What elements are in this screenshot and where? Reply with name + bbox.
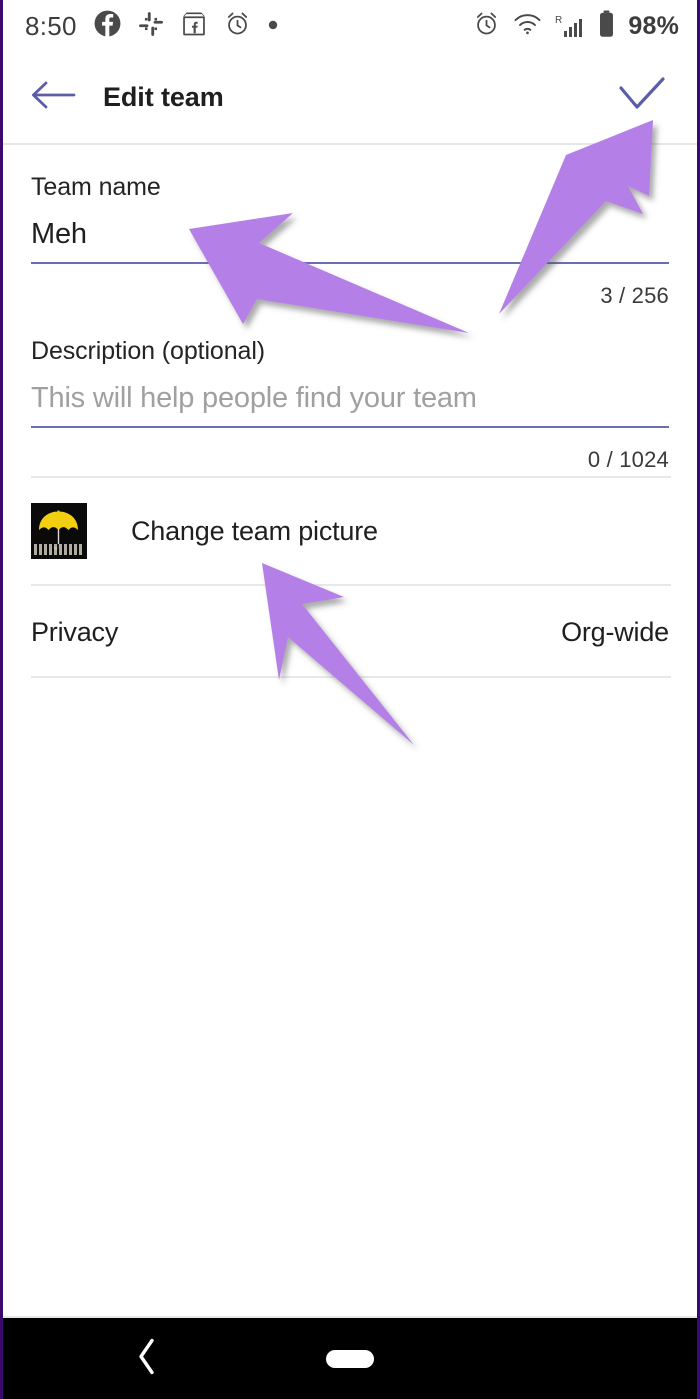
description-field-block: Description (optional) This will help pe… (3, 337, 697, 473)
alarm-clock-icon (473, 10, 500, 42)
slack-icon (138, 11, 164, 42)
status-clock: 8:50 (25, 10, 77, 41)
edit-team-form: Team name Meh 3 / 256 Description (optio… (3, 145, 697, 473)
page-title: Edit team (103, 82, 224, 112)
description-input[interactable]: This will help people find your team (31, 382, 669, 428)
arrow-left-icon (30, 78, 76, 117)
facebook-marketplace-icon (181, 11, 207, 42)
description-label: Description (optional) (31, 337, 266, 365)
privacy-row[interactable]: Privacy Org-wide (3, 586, 697, 678)
team-name-counter: 3 / 256 (600, 283, 669, 308)
app-bar: Edit team (3, 52, 697, 143)
back-button[interactable] (27, 72, 79, 124)
team-name-field-block: Team name Meh 3 / 256 (3, 173, 697, 309)
dot-icon (268, 17, 278, 35)
facebook-icon (94, 10, 121, 42)
privacy-value: Org-wide (561, 616, 669, 647)
umbrella-avatar (31, 503, 87, 559)
description-counter: 0 / 1024 (587, 447, 669, 472)
phone-screen: 8:50 R 98% Edit team Team name Meh 3 / 2… (0, 0, 700, 1399)
battery-icon (598, 10, 615, 43)
change-team-picture-label: Change team picture (131, 515, 378, 546)
team-name-input[interactable]: Meh (31, 218, 669, 264)
avatar-caption-text (34, 544, 84, 555)
status-bar: 8:50 R 98% (3, 0, 697, 52)
roaming-label: R (555, 15, 562, 26)
team-name-label: Team name (31, 173, 161, 201)
battery-percent: 98% (628, 11, 679, 40)
confirm-button[interactable] (613, 72, 671, 124)
status-bar-left: 8:50 (25, 10, 278, 42)
privacy-row-bottom-divider (31, 676, 671, 678)
privacy-label: Privacy (31, 616, 119, 647)
alarm-clock-icon (224, 10, 251, 42)
wifi-icon (513, 12, 542, 41)
system-navigation-bar (3, 1318, 697, 1399)
roaming-signal-icon: R (555, 13, 585, 40)
status-bar-right: R 98% (473, 10, 679, 43)
nav-back-button[interactable] (134, 1336, 160, 1381)
nav-home-pill[interactable] (326, 1349, 374, 1368)
chevron-left-icon (134, 1338, 160, 1380)
change-team-picture-row[interactable]: Change team picture (3, 478, 697, 584)
check-icon (618, 77, 666, 118)
